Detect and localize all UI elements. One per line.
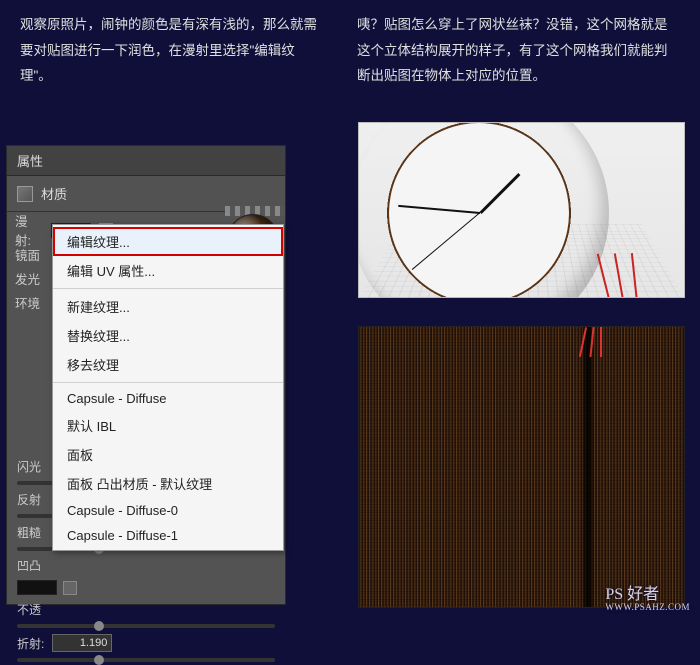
clock-render-preview xyxy=(358,122,685,298)
label-bump: 凹凸 xyxy=(17,557,275,574)
annotation-line xyxy=(600,327,602,357)
texture-seam xyxy=(581,327,595,607)
watermark-main: PS 好者 xyxy=(605,580,690,604)
uv-mesh-overlay xyxy=(359,327,684,607)
description-left: 观察原照片，闹钟的颜色是有深有浅的，那么就需要对贴图进行一下润色，在漫射里选择"… xyxy=(20,12,320,89)
row-refract: 折射: xyxy=(17,634,275,652)
menu-remove-texture[interactable]: 移去纹理 xyxy=(53,350,283,379)
menu-capsule-d1[interactable]: Capsule - Diffuse-1 xyxy=(53,523,283,548)
description-right: 咦？贴图怎么穿上了网状丝袜？没错，这个网格就是这个立体结构展开的样子，有了这个网… xyxy=(357,12,680,89)
label-specular: 镜面 xyxy=(15,245,43,264)
menu-capsule-diffuse[interactable]: Capsule - Diffuse xyxy=(53,386,283,411)
menu-capsule-d0[interactable]: Capsule - Diffuse-0 xyxy=(53,498,283,523)
refract-input[interactable] xyxy=(52,634,112,652)
bump-swatch[interactable] xyxy=(17,580,57,595)
menu-separator xyxy=(53,288,283,289)
menu-new-texture[interactable]: 新建纹理... xyxy=(53,292,283,321)
slider-opacity[interactable] xyxy=(17,624,275,628)
menu-edit-uv[interactable]: 编辑 UV 属性... xyxy=(53,256,283,285)
label-refract: 折射: xyxy=(17,635,44,652)
label-opacity: 不透 xyxy=(17,601,275,618)
slider-refract[interactable] xyxy=(17,658,275,662)
label-env: 环境 xyxy=(15,293,43,312)
menu-default-ibl[interactable]: 默认 IBL xyxy=(53,411,283,440)
menu-panel-bump[interactable]: 面板 凸出材质 - 默认纹理 xyxy=(53,469,283,498)
cube-icon xyxy=(17,186,33,202)
panel-title: 属性 xyxy=(7,146,285,176)
watermark-sub: WWW.PSAHZ.COM xyxy=(605,602,690,612)
texture-uv-preview xyxy=(358,326,685,608)
menu-panel[interactable]: 面板 xyxy=(53,440,283,469)
slider-bump[interactable] xyxy=(17,580,275,595)
context-menu: 编辑纹理... 编辑 UV 属性... 新建纹理... 替换纹理... 移去纹理… xyxy=(52,224,284,551)
tab-label: 材质 xyxy=(41,184,67,203)
square-icon[interactable] xyxy=(63,581,77,595)
label-diffuse: 漫射: xyxy=(15,211,43,249)
menu-edit-texture[interactable]: 编辑纹理... xyxy=(53,227,283,256)
menu-replace-texture[interactable]: 替换纹理... xyxy=(53,321,283,350)
watermark: PS 好者 WWW.PSAHZ.COM xyxy=(605,580,690,612)
label-glow: 发光 xyxy=(15,269,43,288)
menu-separator xyxy=(53,382,283,383)
